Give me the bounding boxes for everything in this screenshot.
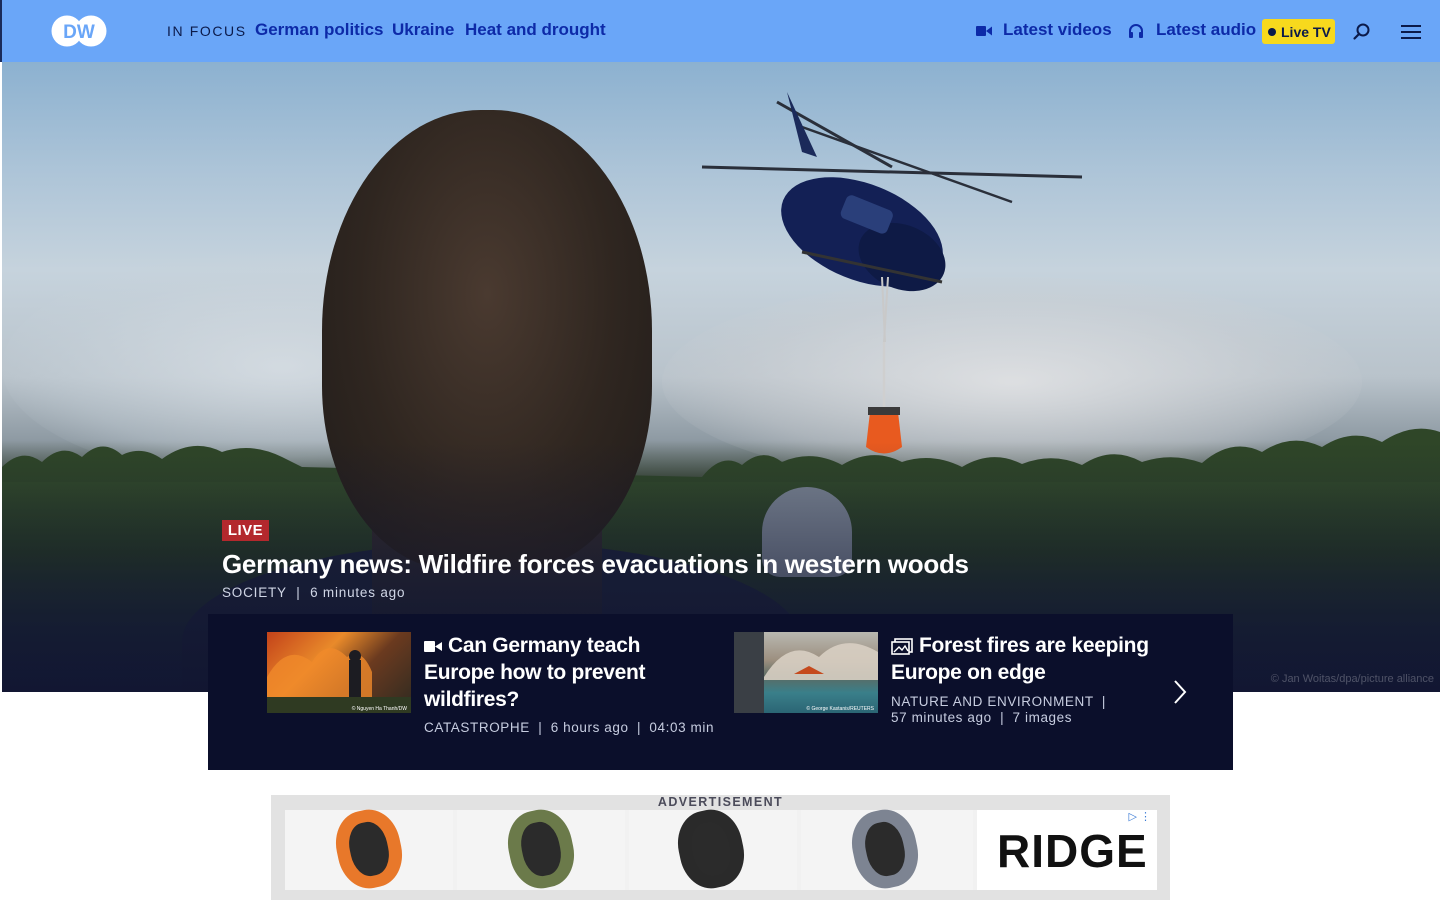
related-stories-strip: © Nguyen Ha Thanh/DW Can Germany teach E… [208, 614, 1233, 770]
ad-panel [629, 804, 797, 894]
advertisement-banner[interactable]: ADVERTISEMENT RIDGE ▷ ⋮ [271, 795, 1170, 900]
firefighter-image: © Nguyen Ha Thanh/DW [267, 648, 411, 713]
live-badge: LIVE [222, 520, 269, 541]
ad-panel [801, 804, 973, 894]
hero-headline-link[interactable]: Germany news: Wildfire forces evacuation… [222, 549, 969, 580]
story-duration: 04:03 min [649, 720, 715, 735]
dw-logo[interactable]: DW [50, 14, 108, 48]
top-navigation-bar: DW IN FOCUS German politics Ukraine Heat… [0, 0, 1440, 62]
story-thumbnail-wildfire[interactable]: © Nguyen Ha Thanh/DW [267, 632, 411, 713]
ad-panel [285, 804, 453, 894]
story-meta: CATASTROPHE | 6 hours ago | 04:03 min [424, 720, 714, 736]
live-tv-label: Live TV [1281, 23, 1331, 40]
ring-olive-image [501, 804, 581, 894]
hero-image[interactable]: © Jan Woitas/dpa/picture alliance [2, 62, 1440, 692]
hero-meta: SOCIETY | 6 minutes ago [222, 585, 405, 600]
headphones-icon [1129, 24, 1143, 38]
photo-credit: © Jan Woitas/dpa/picture alliance [1270, 673, 1434, 685]
svg-text:DW: DW [63, 22, 95, 43]
chevron-right-icon[interactable] [1170, 678, 1190, 706]
ad-brand-name: RIDGE [997, 825, 1148, 877]
hamburger-menu-icon[interactable] [1400, 23, 1422, 41]
story-title-link[interactable]: Forest fires are keeping Europe on edge [891, 632, 1191, 686]
story-meta: NATURE AND ENVIRONMENT | 57 minutes ago … [891, 694, 1106, 726]
advertisement-label: ADVERTISEMENT [657, 795, 784, 809]
hero-category[interactable]: SOCIETY [222, 585, 287, 600]
nav-link-heat-and-drought[interactable]: Heat and drought [465, 20, 606, 40]
svg-text:© Nguyen Ha Thanh/DW: © Nguyen Ha Thanh/DW [352, 705, 408, 712]
latest-audio-link[interactable]: Latest audio [1156, 20, 1256, 40]
ad-creative[interactable]: RIDGE ▷ ⋮ [285, 804, 1157, 894]
ad-panel [457, 804, 625, 894]
ring-black-image [671, 804, 751, 894]
in-focus-label: IN FOCUS [167, 23, 247, 39]
story-title-text: Can Germany teach Europe how to prevent … [424, 634, 646, 711]
live-dot-icon [1268, 27, 1276, 36]
search-icon[interactable] [1352, 22, 1372, 42]
gallery-icon [891, 638, 913, 655]
story-time: 57 minutes ago [891, 710, 992, 725]
story-image-count: 7 images [1012, 710, 1073, 725]
meta-separator: | [1000, 710, 1005, 725]
nav-link-german-politics[interactable]: German politics [255, 20, 383, 40]
coast-smoke-image: © George Kastanis/REUTERS [734, 632, 878, 713]
video-camera-icon [976, 26, 992, 36]
live-tv-button[interactable]: Live TV [1262, 19, 1335, 44]
page: DW IN FOCUS German politics Ukraine Heat… [0, 0, 1440, 900]
latest-videos-link[interactable]: Latest videos [1003, 20, 1112, 40]
ring-gray-image [845, 804, 925, 894]
story-category[interactable]: NATURE AND ENVIRONMENT [891, 694, 1093, 709]
story-title-text: Forest fires are keeping Europe on edge [891, 634, 1149, 684]
meta-separator: | [296, 585, 301, 600]
helicopter [701, 92, 1083, 454]
hero-time: 6 minutes ago [310, 585, 406, 600]
meta-separator: | [636, 720, 642, 735]
meta-separator: | [538, 720, 543, 735]
video-camera-icon [424, 640, 442, 652]
svg-text:© George Kastanis/REUTERS: © George Kastanis/REUTERS [806, 705, 874, 712]
story-category[interactable]: CATASTROPHE [424, 720, 530, 735]
meta-separator: | [1101, 694, 1106, 709]
story-title-link[interactable]: Can Germany teach Europe how to prevent … [424, 632, 714, 713]
ad-brand-logo[interactable]: RIDGE ▷ ⋮ [977, 810, 1157, 890]
story-time: 6 hours ago [550, 720, 629, 735]
story-thumbnail-forest-fires[interactable]: © George Kastanis/REUTERS [734, 632, 878, 713]
ring-orange-image [329, 804, 409, 894]
nav-link-ukraine[interactable]: Ukraine [392, 20, 454, 40]
adchoices-icon[interactable]: ▷ ⋮ [1128, 810, 1151, 823]
